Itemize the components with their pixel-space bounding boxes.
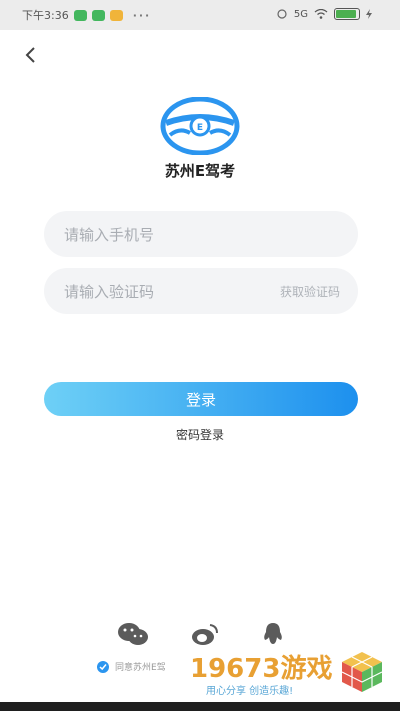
watermark-slogan: 用心分享 创造乐趣! [206,686,294,697]
more-notifications-icon: ··· [132,8,152,22]
phone-input[interactable] [62,211,266,259]
watermark: 19673游戏 用心分享 创造乐趣! [190,648,390,700]
alarm-icon [277,9,287,19]
get-code-button[interactable]: 获取验证码 [280,283,340,300]
app-name: 苏州E驾考 [164,162,236,180]
chevron-left-icon [25,47,35,63]
svg-text:E: E [197,123,203,133]
verification-code-input[interactable] [62,268,266,316]
charging-icon [366,9,372,19]
back-button[interactable] [20,44,40,66]
checkbox-checked-icon[interactable] [97,660,109,673]
qq-icon[interactable] [262,622,284,646]
watermark-cube-icon [341,652,383,692]
wechat-notification-icon [73,9,87,21]
status-bar: 下午3:36 ··· 5G [0,0,400,30]
watermark-title: 19673游戏 [190,654,333,684]
status-time: 下午3:36 [22,9,69,22]
app-logo: E [160,97,240,155]
agreement-text: 同意苏州E驾 [115,663,166,673]
agreement-row[interactable]: 同意苏州E驾 [97,660,166,673]
login-button[interactable]: 登录 [44,382,358,416]
app-notification-icon [109,9,123,21]
network-label: 5G [293,8,308,20]
message-notification-icon [91,9,105,21]
weibo-icon[interactable] [190,622,220,646]
code-field[interactable]: 获取验证码 [44,268,358,316]
wifi-icon [314,9,328,19]
battery-icon [334,8,360,20]
system-navigation-bar [0,702,400,711]
phone-field[interactable] [44,211,358,259]
wechat-icon[interactable] [117,622,149,646]
password-login-link[interactable]: 密码登录 [0,426,400,443]
status-indicators: 5G [276,8,372,20]
